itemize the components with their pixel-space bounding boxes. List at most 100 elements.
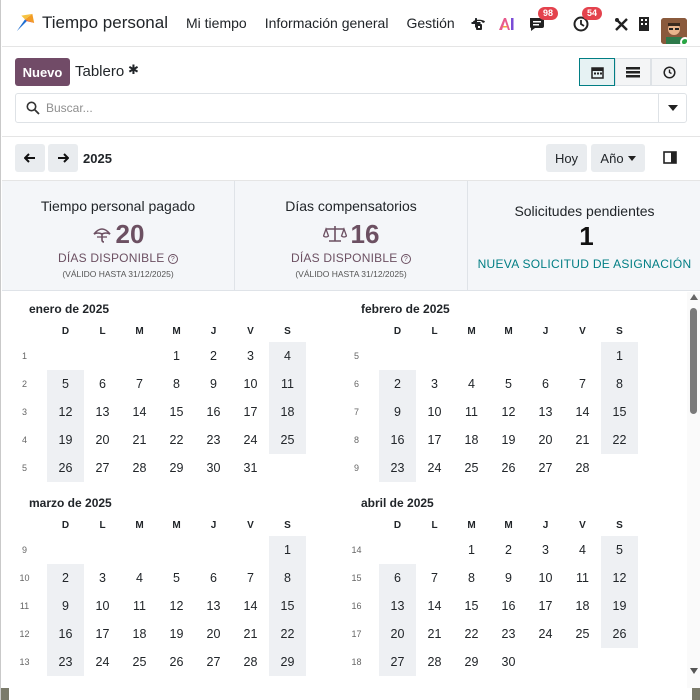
day-cell[interactable]: 17 — [527, 592, 564, 620]
help-icon[interactable]: ? — [167, 253, 178, 264]
day-cell[interactable]: 14 — [232, 592, 269, 620]
day-cell[interactable]: 6 — [195, 564, 232, 592]
day-cell[interactable]: 27 — [527, 454, 564, 482]
day-cell[interactable]: 19 — [490, 426, 527, 454]
day-cell[interactable]: 24 — [416, 454, 453, 482]
day-cell[interactable]: 4 — [121, 564, 158, 592]
building-icon[interactable] — [636, 12, 652, 36]
day-cell[interactable]: 28 — [121, 454, 158, 482]
day-cell[interactable]: 20 — [195, 620, 232, 648]
day-cell[interactable]: 16 — [195, 398, 232, 426]
new-button[interactable]: Nuevo — [15, 58, 70, 86]
compensatory-days-card[interactable]: Días compensatorios 16 DÍAS DISPONIBLE ?… — [234, 181, 467, 291]
day-cell[interactable]: 13 — [379, 592, 416, 620]
day-cell[interactable]: 18 — [121, 620, 158, 648]
gear-icon[interactable]: ✱ — [128, 62, 139, 78]
scroll-down-arrow[interactable] — [690, 668, 698, 674]
day-cell[interactable]: 7 — [564, 370, 601, 398]
day-cell[interactable]: 9 — [195, 370, 232, 398]
day-cell[interactable]: 22 — [269, 620, 306, 648]
day-cell[interactable]: 2 — [195, 342, 232, 370]
day-cell[interactable]: 1 — [158, 342, 195, 370]
day-cell[interactable]: 3 — [416, 370, 453, 398]
day-cell[interactable]: 13 — [84, 398, 121, 426]
day-cell[interactable]: 10 — [84, 592, 121, 620]
day-cell[interactable]: 23 — [490, 620, 527, 648]
day-cell[interactable]: 1 — [453, 536, 490, 564]
day-cell[interactable]: 20 — [84, 426, 121, 454]
day-cell[interactable]: 17 — [84, 620, 121, 648]
day-cell[interactable]: 26 — [490, 454, 527, 482]
next-button[interactable] — [48, 144, 78, 172]
day-cell[interactable]: 7 — [232, 564, 269, 592]
search-input[interactable] — [46, 95, 658, 121]
ai-icon[interactable] — [498, 12, 516, 36]
day-cell[interactable]: 6 — [379, 564, 416, 592]
day-cell[interactable]: 23 — [195, 426, 232, 454]
day-cell[interactable]: 24 — [84, 648, 121, 676]
day-cell[interactable]: 4 — [453, 370, 490, 398]
day-cell[interactable]: 7 — [121, 370, 158, 398]
day-cell[interactable]: 3 — [232, 342, 269, 370]
calendar-view-button[interactable] — [579, 58, 615, 86]
day-cell[interactable]: 21 — [121, 426, 158, 454]
day-cell[interactable]: 12 — [158, 592, 195, 620]
day-cell[interactable]: 4 — [564, 536, 601, 564]
time-off-logo-icon[interactable] — [14, 12, 36, 34]
paid-time-off-card[interactable]: Tiempo personal pagado 20 DÍAS DISPONIBL… — [2, 181, 234, 291]
today-button[interactable]: Hoy — [546, 144, 587, 172]
day-cell[interactable]: 26 — [158, 648, 195, 676]
day-cell[interactable]: 5 — [601, 536, 638, 564]
day-cell[interactable]: 12 — [601, 564, 638, 592]
menu-item-my-time[interactable]: Mi tiempo — [186, 15, 247, 31]
clock-icon[interactable]: 54 — [570, 7, 603, 36]
day-cell[interactable]: 26 — [601, 620, 638, 648]
day-cell[interactable]: 18 — [453, 426, 490, 454]
day-cell[interactable]: 23 — [379, 454, 416, 482]
day-cell[interactable]: 19 — [158, 620, 195, 648]
help-icon[interactable]: ? — [400, 253, 411, 264]
day-cell[interactable]: 9 — [490, 564, 527, 592]
day-cell[interactable]: 16 — [47, 620, 84, 648]
tools-icon[interactable] — [612, 12, 630, 36]
day-cell[interactable]: 12 — [490, 398, 527, 426]
day-cell[interactable]: 25 — [121, 648, 158, 676]
scroll-up-arrow[interactable] — [690, 294, 698, 300]
day-cell[interactable]: 18 — [269, 398, 306, 426]
day-cell[interactable]: 14 — [564, 398, 601, 426]
day-cell[interactable]: 16 — [379, 426, 416, 454]
day-cell[interactable]: 14 — [121, 398, 158, 426]
day-cell[interactable]: 29 — [158, 454, 195, 482]
menu-item-overview[interactable]: Información general — [265, 15, 389, 31]
day-cell[interactable]: 8 — [269, 564, 306, 592]
phone-icon[interactable] — [470, 12, 488, 36]
day-cell[interactable]: 30 — [490, 648, 527, 676]
day-cell[interactable]: 22 — [158, 426, 195, 454]
day-cell[interactable]: 3 — [84, 564, 121, 592]
day-cell[interactable]: 6 — [527, 370, 564, 398]
day-cell[interactable]: 26 — [47, 454, 84, 482]
day-cell[interactable]: 2 — [379, 370, 416, 398]
day-cell[interactable]: 3 — [527, 536, 564, 564]
day-cell[interactable]: 10 — [527, 564, 564, 592]
day-cell[interactable]: 13 — [527, 398, 564, 426]
search-options-toggle[interactable] — [658, 94, 686, 122]
day-cell[interactable]: 5 — [47, 370, 84, 398]
day-cell[interactable]: 8 — [158, 370, 195, 398]
day-cell[interactable]: 14 — [416, 592, 453, 620]
day-cell[interactable]: 15 — [269, 592, 306, 620]
day-cell[interactable]: 17 — [416, 426, 453, 454]
day-cell[interactable]: 25 — [564, 620, 601, 648]
day-cell[interactable]: 17 — [232, 398, 269, 426]
day-cell[interactable]: 28 — [416, 648, 453, 676]
day-cell[interactable]: 11 — [269, 370, 306, 398]
day-cell[interactable]: 27 — [379, 648, 416, 676]
day-cell[interactable]: 27 — [84, 454, 121, 482]
day-cell[interactable]: 29 — [269, 648, 306, 676]
day-cell[interactable]: 21 — [232, 620, 269, 648]
day-cell[interactable]: 6 — [84, 370, 121, 398]
day-cell[interactable]: 21 — [416, 620, 453, 648]
app-title[interactable]: Tiempo personal — [42, 13, 168, 33]
day-cell[interactable]: 19 — [601, 592, 638, 620]
day-cell[interactable]: 4 — [269, 342, 306, 370]
